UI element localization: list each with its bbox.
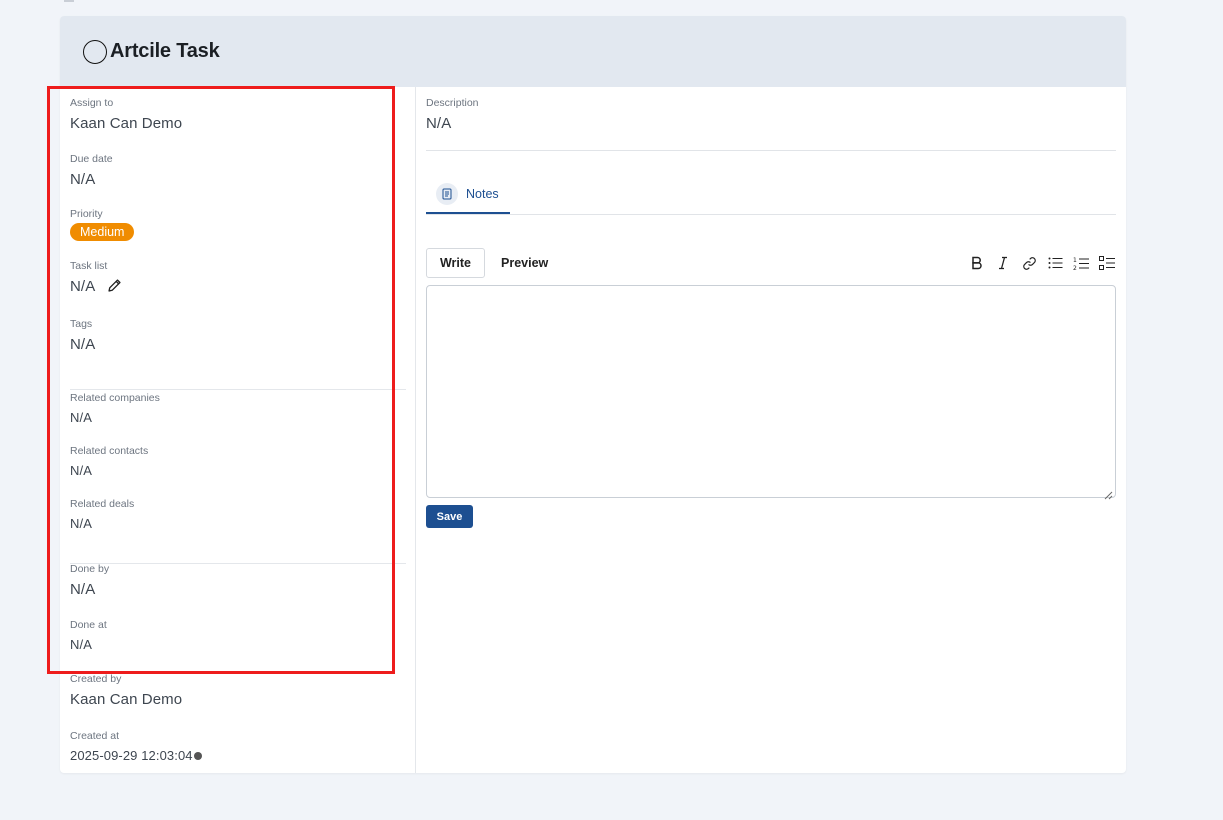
task-details-panel: Assign to Kaan Can Demo Due date N/A Pri… bbox=[60, 87, 416, 773]
save-button[interactable]: Save bbox=[426, 505, 473, 528]
field-value-row: N/A bbox=[70, 278, 122, 297]
field-value: N/A bbox=[70, 463, 92, 478]
notes-textarea[interactable] bbox=[426, 285, 1116, 498]
note-icon bbox=[436, 182, 458, 205]
field-value: Kaan Can Demo bbox=[70, 115, 183, 132]
task-list-icon[interactable] bbox=[1098, 253, 1116, 273]
field-value: N/A bbox=[70, 637, 92, 652]
field-label: Done by bbox=[70, 563, 110, 575]
tabs-underline bbox=[426, 214, 1116, 215]
resize-handle-icon[interactable] bbox=[1104, 487, 1113, 505]
link-icon[interactable] bbox=[1020, 253, 1038, 273]
field-label: Assign to bbox=[70, 97, 114, 109]
preview-tab-button[interactable]: Preview bbox=[492, 248, 557, 278]
pencil-icon[interactable] bbox=[107, 278, 122, 297]
bullet-list-icon[interactable] bbox=[1046, 253, 1064, 273]
field-related-companies: Related companies N/A bbox=[70, 392, 160, 425]
divider bbox=[426, 150, 1116, 151]
field-assign-to: Assign to Kaan Can Demo bbox=[70, 97, 182, 132]
field-created-by: Created by Kaan Can Demo bbox=[70, 673, 182, 708]
priority-badge: Medium bbox=[70, 223, 135, 241]
field-label: Created at bbox=[70, 730, 120, 742]
task-card: Artcile Task Assign to Kaan Can Demo Due… bbox=[60, 16, 1126, 773]
info-icon[interactable] bbox=[193, 752, 202, 760]
field-value: N/A bbox=[70, 278, 95, 295]
field-label: Done at bbox=[70, 619, 107, 631]
numbered-list-icon[interactable]: 1 2 bbox=[1072, 253, 1090, 273]
field-due-date: Due date N/A bbox=[70, 153, 113, 188]
field-value: N/A bbox=[70, 336, 96, 353]
tab-label: Notes bbox=[466, 186, 499, 201]
svg-text:2: 2 bbox=[1073, 265, 1077, 271]
top-stub bbox=[64, 0, 74, 2]
field-label: Related deals bbox=[70, 498, 135, 510]
field-label: Related companies bbox=[70, 392, 160, 404]
field-value: 2025-09-29 12:03:04 bbox=[70, 748, 193, 763]
italic-icon[interactable] bbox=[994, 253, 1012, 273]
field-done-by: Done by N/A bbox=[70, 563, 109, 598]
description-label: Description bbox=[426, 97, 479, 109]
field-done-at: Done at N/A bbox=[70, 619, 107, 652]
field-value: Kaan Can Demo bbox=[70, 691, 183, 708]
field-priority: Priority Medium bbox=[70, 208, 135, 241]
field-tags: Tags N/A bbox=[70, 318, 95, 353]
write-tab-button[interactable]: Write bbox=[426, 248, 485, 278]
bold-icon[interactable] bbox=[968, 253, 986, 273]
task-header: Artcile Task bbox=[60, 16, 1126, 87]
divider bbox=[70, 389, 406, 390]
description-value: N/A bbox=[426, 115, 452, 132]
field-label: Due date bbox=[70, 153, 113, 165]
task-main-panel: Description N/A Notes Write Preview 1 2 … bbox=[426, 87, 1116, 773]
field-created-at: Created at 2025-09-29 12:03:04 bbox=[70, 730, 202, 763]
field-task-list: Task list N/A bbox=[70, 260, 122, 297]
field-value: N/A bbox=[70, 171, 96, 188]
editor-toolbar: 1 2 bbox=[968, 253, 1116, 273]
field-value: N/A bbox=[70, 581, 96, 598]
task-status-circle-icon[interactable] bbox=[83, 39, 107, 64]
field-related-deals: Related deals N/A bbox=[70, 498, 134, 531]
task-title: Artcile Task bbox=[110, 40, 220, 62]
field-value: N/A bbox=[70, 516, 92, 531]
field-label: Priority bbox=[70, 208, 103, 220]
tab-notes[interactable]: Notes bbox=[426, 175, 510, 214]
description: Description N/A bbox=[426, 97, 479, 132]
field-label: Tags bbox=[70, 318, 93, 330]
field-value: N/A bbox=[70, 410, 92, 425]
field-related-contacts: Related contacts N/A bbox=[70, 445, 148, 478]
svg-text:1: 1 bbox=[1073, 257, 1077, 264]
field-value-row: 2025-09-29 12:03:04 bbox=[70, 748, 202, 763]
divider bbox=[70, 563, 406, 564]
field-label: Task list bbox=[70, 260, 108, 272]
field-label: Created by bbox=[70, 673, 122, 685]
field-label: Related contacts bbox=[70, 445, 149, 457]
